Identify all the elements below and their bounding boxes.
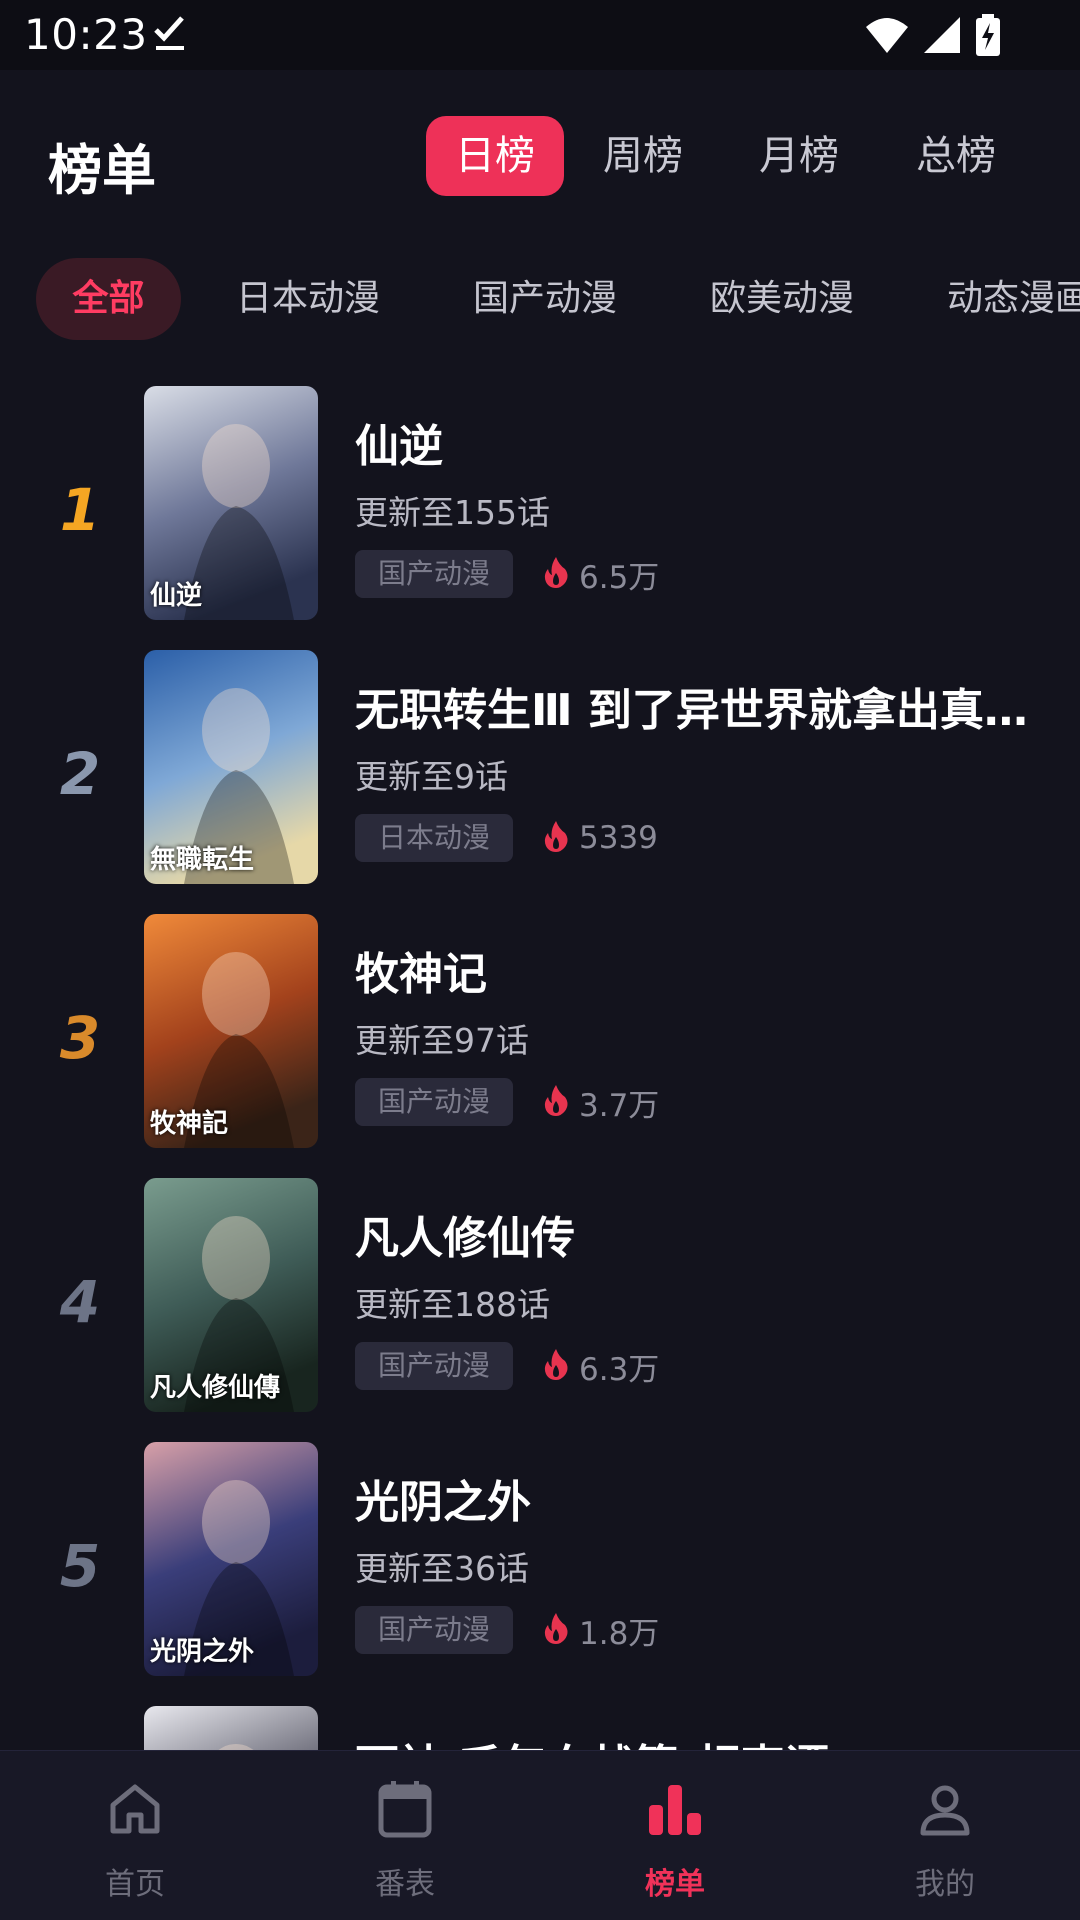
poster-image[interactable]: 光阴之外 xyxy=(144,1442,318,1676)
tab-monthly[interactable]: 月榜 xyxy=(734,116,864,196)
status-time: 10:23 xyxy=(24,10,148,59)
ranking-row[interactable]: 2 無職転生 无职转生Ⅲ 到了异世界就拿出真本事更新至9话日本动漫 5339 xyxy=(0,644,1080,908)
nav-home[interactable]: 首页 xyxy=(0,1751,270,1920)
profile-icon xyxy=(917,1779,973,1839)
chip-japanese-anime[interactable]: 日本动漫 xyxy=(236,258,380,340)
poster-title-art: 無職転生 xyxy=(150,845,255,875)
nav-profile[interactable]: 我的 xyxy=(810,1751,1080,1920)
poster-image[interactable]: 凡人修仙傳 xyxy=(144,1178,318,1412)
ranking-row[interactable]: 4 凡人修仙傳 凡人修仙传更新至188话国产动漫 6.3万 xyxy=(0,1172,1080,1436)
genre-tag: 国产动漫 xyxy=(355,550,513,598)
popularity-value: 5339 xyxy=(579,820,658,856)
chip-motion-comic[interactable]: 动态漫画 xyxy=(947,258,1080,340)
calendar-icon xyxy=(377,1779,433,1839)
chip-western-anime[interactable]: 欧美动漫 xyxy=(710,258,854,340)
poster-title-art: 牧神記 xyxy=(150,1109,229,1139)
poster-image[interactable] xyxy=(144,1706,318,1750)
fire-icon xyxy=(543,1612,569,1648)
ranking-row[interactable]: 3 牧神記 牧神记更新至97话国产动漫 3.7万 xyxy=(0,908,1080,1172)
chip-chinese-anime[interactable]: 国产动漫 xyxy=(473,258,617,340)
episode-status: 更新至97话 xyxy=(355,1021,529,1060)
anime-title: 仙逆 xyxy=(355,421,443,472)
poster-title-art: 凡人修仙傳 xyxy=(150,1373,281,1403)
episode-status: 更新至188话 xyxy=(355,1285,550,1324)
episode-status: 更新至155话 xyxy=(355,493,550,532)
popularity-value: 1.8万 xyxy=(579,1615,660,1652)
popularity: 6.5万 xyxy=(543,550,659,598)
poster-image[interactable]: 仙逆 xyxy=(144,386,318,620)
nav-schedule[interactable]: 番表 xyxy=(270,1751,540,1920)
popularity-value: 6.5万 xyxy=(579,559,660,596)
genre-tag: 国产动漫 xyxy=(355,1342,513,1390)
fire-icon xyxy=(543,556,569,592)
status-icons xyxy=(864,14,1002,60)
anime-title: 牧神记 xyxy=(355,949,487,1000)
popularity: 1.8万 xyxy=(543,1606,659,1654)
fire-icon xyxy=(543,1348,569,1384)
tab-weekly[interactable]: 周榜 xyxy=(578,116,708,196)
genre-tag: 国产动漫 xyxy=(355,1606,513,1654)
anime-title: 光阴之外 xyxy=(355,1477,531,1528)
tab-daily[interactable]: 日榜 xyxy=(426,116,564,196)
anime-title: 凡人修仙传 xyxy=(355,1213,575,1264)
anime-title: 死神 千年血战篇-相克谭- xyxy=(355,1730,1055,1750)
ranking-row[interactable]: 1 仙逆 仙逆 更新至155话 国产动漫 6.5万 xyxy=(0,380,1080,644)
nav-rankings[interactable]: 榜单 xyxy=(540,1751,810,1920)
wifi-icon xyxy=(864,15,910,59)
home-icon xyxy=(107,1779,163,1839)
episode-status: 更新至9话 xyxy=(355,757,508,796)
nav-profile-label: 我的 xyxy=(915,1867,975,1902)
chip-all[interactable]: 全部 xyxy=(36,258,181,340)
category-chips: 全部 日本动漫 国产动漫 欧美动漫 动态漫画 xyxy=(0,258,1080,340)
bottom-nav: 首页 番表 榜单 我的 xyxy=(0,1750,1080,1920)
popularity: 3.7万 xyxy=(543,1078,659,1126)
nav-home-label: 首页 xyxy=(105,1867,165,1902)
nav-schedule-label: 番表 xyxy=(375,1867,435,1902)
rank-number: 3 xyxy=(59,1004,101,1072)
download-done-icon xyxy=(152,14,188,58)
poster-title-art: 光阴之外 xyxy=(150,1637,255,1667)
nav-rankings-label: 榜单 xyxy=(645,1867,705,1902)
ranking-row[interactable]: 死神 千年血战篇-相克谭- xyxy=(0,1700,1080,1750)
genre-tag: 日本动漫 xyxy=(355,814,513,862)
battery-charging-icon xyxy=(974,14,1002,60)
rankings-page: 10:23 榜单 日榜 周榜 月榜 总榜 全部 日本动漫 国产动漫 欧美动漫 动… xyxy=(0,0,1080,1920)
fire-icon xyxy=(543,820,569,856)
popularity: 6.3万 xyxy=(543,1342,659,1390)
anime-title: 无职转生Ⅲ 到了异世界就拿出真本事 xyxy=(355,685,1055,736)
poster-title-art: 仙逆 xyxy=(150,581,203,611)
signal-icon xyxy=(922,15,962,59)
poster-image[interactable]: 無職転生 xyxy=(144,650,318,884)
rank-number: 4 xyxy=(59,1268,101,1336)
popularity: 5339 xyxy=(543,814,658,862)
rank-number: 2 xyxy=(59,740,101,808)
fire-icon xyxy=(543,1084,569,1120)
popularity-value: 3.7万 xyxy=(579,1087,660,1124)
ranking-row[interactable]: 5 光阴之外 光阴之外 更新至36话 国产动漫 1.8万 xyxy=(0,1436,1080,1700)
poster-image[interactable]: 牧神記 xyxy=(144,914,318,1148)
bar-chart-icon xyxy=(647,1779,703,1839)
popularity-value: 6.3万 xyxy=(579,1351,660,1388)
episode-status: 更新至36话 xyxy=(355,1549,529,1588)
genre-tag: 国产动漫 xyxy=(355,1078,513,1126)
rank-number: 5 xyxy=(59,1532,101,1600)
ranking-list: 1 仙逆 仙逆 更新至155话 国产动漫 6.5万 2 無職転生 无职转生Ⅲ 到了异世界就拿出真… xyxy=(0,380,1080,1750)
rank-number: 1 xyxy=(59,476,101,544)
tab-overall[interactable]: 总榜 xyxy=(891,116,1021,196)
header: 榜单 日榜 周榜 月榜 总榜 xyxy=(0,70,1080,230)
page-title: 榜单 xyxy=(48,139,156,202)
status-bar: 10:23 xyxy=(0,0,1080,70)
